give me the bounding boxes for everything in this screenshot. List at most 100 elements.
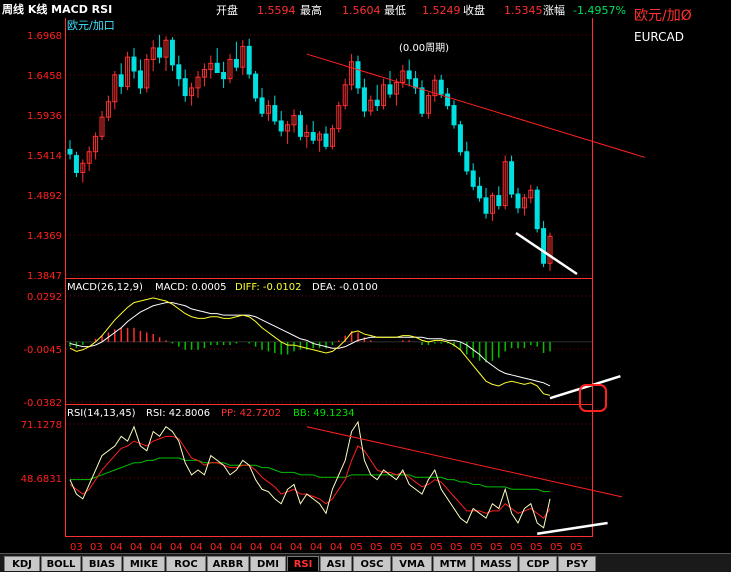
x-tick-label: 05 xyxy=(430,542,443,553)
candle-body xyxy=(67,148,73,155)
x-tick-label: 04 xyxy=(130,542,143,553)
price-trendline xyxy=(306,53,646,158)
y-tick-label: -0.0382 xyxy=(23,398,62,409)
rsi-series xyxy=(69,420,623,536)
x-tick-label: 04 xyxy=(250,542,263,553)
candle-body xyxy=(323,133,329,147)
chart-canvas[interactable]: 周线 K线 MACD RSI 开盘 1.5594 最高 1.5604 最低 1.… xyxy=(0,0,731,571)
symbol-name-cn: 欧元/加Ø xyxy=(634,8,692,24)
x-tick-label: 04 xyxy=(310,542,323,553)
candle-body xyxy=(374,99,380,107)
pp-value: PP: 42.7202 xyxy=(221,408,281,419)
y-tick-label: 0.0292 xyxy=(27,292,62,303)
bb-line xyxy=(70,457,550,493)
x-tick-label: 05 xyxy=(490,542,503,553)
tab-osc[interactable]: OSC xyxy=(353,556,391,571)
x-tick-label: 05 xyxy=(390,542,403,553)
candle-body xyxy=(297,115,303,137)
tab-arbr[interactable]: ARBR xyxy=(207,556,249,571)
x-tick-label: 05 xyxy=(450,542,463,553)
price-white-divergence-line xyxy=(515,231,578,276)
candle-body xyxy=(470,170,476,187)
candle-body xyxy=(310,132,316,141)
x-axis-labels: 03 03 04 04 04 04 04 04 04 04 04 04 04 04 05 05 05 05 05 05… xyxy=(70,542,583,553)
rsi-trendline xyxy=(306,426,623,498)
macd-divergence-line xyxy=(549,375,621,400)
tab-rsi[interactable]: RSI xyxy=(287,556,319,571)
candle-body xyxy=(253,73,259,99)
candle-body xyxy=(176,64,182,80)
tab-mike[interactable]: MIKE xyxy=(123,556,165,571)
candle-body xyxy=(477,185,483,199)
y-tick-label: 1.4892 xyxy=(27,191,62,202)
change-value: -1.4957% xyxy=(573,4,626,17)
candle-body xyxy=(451,105,457,126)
x-tick-label: 04 xyxy=(190,542,203,553)
candle-body xyxy=(445,93,451,107)
candle-body xyxy=(221,72,227,80)
y-tick-label: 48.6831 xyxy=(21,474,62,485)
x-tick-label: 05 xyxy=(510,542,523,553)
tab-kdj[interactable]: KDJ xyxy=(4,556,40,571)
tab-boll[interactable]: BOLL xyxy=(41,556,81,571)
x-tick-label: 05 xyxy=(470,542,483,553)
tab-bias[interactable]: BIAS xyxy=(82,556,122,571)
macd-label: MACD(26,12,9) xyxy=(67,282,143,293)
candle-body xyxy=(73,155,79,173)
candlestick-series xyxy=(67,34,646,276)
x-tick-label: 05 xyxy=(530,542,543,553)
tab-dmi[interactable]: DMI xyxy=(250,556,286,571)
candle-body xyxy=(272,105,278,122)
x-tick-label: 04 xyxy=(210,542,223,553)
candle-body xyxy=(406,70,412,80)
candle-body xyxy=(137,70,143,89)
tab-vma[interactable]: VMA xyxy=(392,556,432,571)
candle-body xyxy=(496,195,502,207)
open-value: 1.5594 xyxy=(257,4,296,17)
open-label: 开盘 xyxy=(216,3,238,17)
candle-body xyxy=(419,87,425,114)
candle-body xyxy=(259,97,265,114)
macd-series xyxy=(66,297,621,400)
low-value: 1.5249 xyxy=(422,4,461,17)
high-label: 最高 xyxy=(300,3,322,17)
indicator-tab-bar: KDJ BOLL BIAS MIKE ROC ARBR DMI RSI ASI OSC VMA MTM… xyxy=(0,553,731,572)
low-label: 最低 xyxy=(384,4,406,17)
diff-value: DIFF: -0.0102 xyxy=(235,282,302,293)
x-tick-label: 05 xyxy=(350,542,363,553)
y-tick-label: 1.6968 xyxy=(27,31,62,42)
x-tick-label: 03 xyxy=(90,542,103,553)
candle-body xyxy=(214,62,220,74)
x-tick-label: 05 xyxy=(370,542,383,553)
macd-value: MACD: 0.0005 xyxy=(155,282,227,293)
candle-body xyxy=(457,124,463,153)
tab-roc[interactable]: ROC xyxy=(166,556,206,571)
x-tick-label: 05 xyxy=(550,542,563,553)
x-tick-label: 04 xyxy=(150,542,163,553)
x-tick-label: 04 xyxy=(170,542,183,553)
y-tick-label: 1.6458 xyxy=(27,71,62,82)
tab-psy[interactable]: PSY xyxy=(558,556,596,571)
candle-body xyxy=(534,189,540,230)
candle-body xyxy=(464,151,470,172)
candle-body xyxy=(438,79,444,95)
tab-mass[interactable]: MASS xyxy=(474,556,518,571)
candle-body xyxy=(131,56,137,72)
candle-body xyxy=(182,78,188,97)
x-tick-label: 04 xyxy=(290,542,303,553)
tab-cdp[interactable]: CDP xyxy=(519,556,557,571)
rsi-label: RSI(14,13,45) xyxy=(67,408,136,419)
candle-body xyxy=(515,193,521,209)
tab-mtm[interactable]: MTM xyxy=(433,556,473,571)
rsi-value: RSI: 42.8006 xyxy=(146,408,210,419)
tab-asi[interactable]: ASI xyxy=(320,556,352,571)
x-tick-label: 04 xyxy=(270,542,283,553)
x-tick-label: 04 xyxy=(110,542,123,553)
candle-body xyxy=(169,39,175,66)
candle-body xyxy=(541,228,547,264)
dea-value: DEA: -0.0100 xyxy=(312,282,378,293)
x-tick-label: 05 xyxy=(410,542,423,553)
x-tick-label: 04 xyxy=(230,542,243,553)
candle-body xyxy=(387,84,393,95)
y-tick-label: 1.5414 xyxy=(27,151,62,162)
